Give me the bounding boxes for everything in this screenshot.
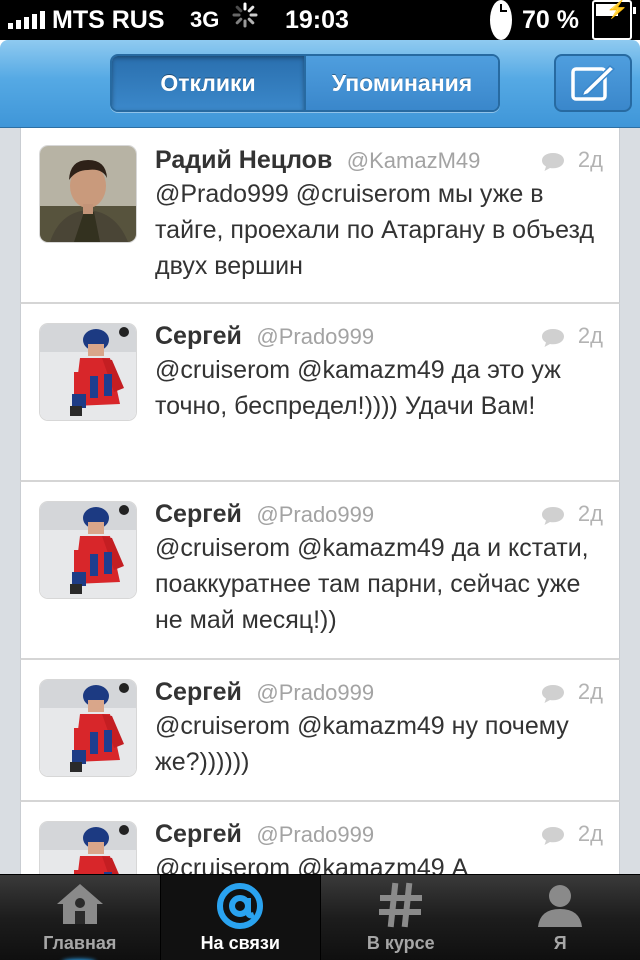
conversation-bubble-icon: [542, 153, 564, 171]
tweet-row[interactable]: Сергей @Prado999 2д @cruiserom @kamazm49…: [20, 660, 620, 802]
tweet-text: @cruiserom @kamazm49 да это уж точно, бе…: [155, 356, 561, 420]
hashtag-icon: [378, 882, 422, 928]
tweet-text: @Prado999 @cruiserom мы уже в тайге, про…: [155, 180, 595, 280]
avatar[interactable]: [40, 324, 136, 420]
tweet-row[interactable]: Сергей @Prado999 2д @cruiserom @kamazm49…: [20, 482, 620, 660]
tweet-author-handle: @Prado999: [256, 502, 375, 527]
avatar[interactable]: [40, 146, 136, 242]
segmented-control: Отклики Упоминания: [110, 54, 500, 112]
alarm-clock-icon: [490, 0, 512, 40]
avatar[interactable]: [40, 502, 136, 598]
tweet-author-handle: @Prado999: [256, 324, 375, 349]
tweet-age: 2д: [577, 147, 603, 172]
network-type: 3G: [190, 7, 220, 32]
charging-bolt-icon: ⚡: [606, 0, 629, 19]
tab-home-label: Главная: [43, 933, 117, 953]
activity-spinner-icon: [232, 0, 258, 40]
battery-icon: ⚡: [592, 0, 636, 40]
tweet-author-name[interactable]: Сергей: [155, 820, 242, 848]
carrier-name: MTS RUS: [52, 6, 165, 34]
tweet-age: 2д: [577, 679, 603, 704]
tab-home[interactable]: Главная: [0, 875, 160, 960]
avatar[interactable]: [40, 822, 136, 874]
tab-discover-label: В курсе: [366, 933, 435, 953]
tab-discover[interactable]: В курсе: [321, 875, 481, 960]
tab-connect[interactable]: На связи: [159, 875, 321, 960]
tweet-author-handle: @KamazM49: [346, 148, 481, 173]
status-bar: MTS RUS 3G 19:03 70 % ⚡: [0, 0, 640, 40]
tweet-author-name[interactable]: Сергей: [155, 678, 242, 706]
tweet-text: @cruiserom @kamazm49 А: [155, 854, 469, 874]
tweet-author-handle: @Prado999: [256, 822, 375, 847]
tweet-text: @cruiserom @kamazm49 ну почему же?)))))): [155, 712, 569, 776]
battery-percentage: 70 %: [522, 6, 579, 34]
conversation-bubble-icon: [542, 507, 564, 525]
tab-me-label: Я: [553, 933, 567, 953]
tweet-author-name[interactable]: Сергей: [155, 322, 242, 350]
compose-icon: [571, 65, 616, 101]
conversation-bubble-icon: [542, 329, 564, 347]
tweet-author-name[interactable]: Радий Нецлов: [155, 146, 332, 174]
navigation-bar: Отклики Упоминания: [0, 40, 640, 128]
mentions-timeline[interactable]: Радий Нецлов @KamazM49 2д @Prado999 @cru…: [0, 128, 640, 874]
conversation-bubble-icon: [542, 827, 564, 845]
home-icon: [56, 884, 103, 924]
tweet-age: 2д: [577, 821, 603, 846]
tweet-author-handle: @Prado999: [256, 680, 375, 705]
at-sign-icon: [217, 883, 264, 929]
tab-connect-label: На связи: [200, 933, 280, 953]
tab-me[interactable]: Я: [481, 875, 640, 960]
compose-button[interactable]: [554, 54, 632, 112]
tweet-text: @cruiserom @kamazm49 да и кстати, поакку…: [155, 534, 589, 634]
tweet-author-name[interactable]: Сергей: [155, 500, 242, 528]
tab-bar: Главная На связи В курсе Я: [0, 874, 640, 960]
clock-time: 19:03: [285, 6, 349, 34]
profile-icon: [538, 885, 583, 927]
segment-replies[interactable]: Отклики: [112, 56, 304, 110]
tweet-age: 2д: [577, 501, 603, 526]
tweet-row[interactable]: Сергей @Prado999 2д @cruiserom @kamazm49…: [20, 802, 620, 874]
tweet-age: 2д: [577, 323, 603, 348]
signal-strength-icon: [8, 0, 45, 40]
tweet-row[interactable]: Сергей @Prado999 2д @cruiserom @kamazm49…: [20, 304, 620, 482]
avatar[interactable]: [40, 680, 136, 776]
tweet-row[interactable]: Радий Нецлов @KamazM49 2д @Prado999 @cru…: [20, 128, 620, 304]
segment-mentions[interactable]: Упоминания: [304, 56, 498, 110]
conversation-bubble-icon: [542, 685, 564, 703]
